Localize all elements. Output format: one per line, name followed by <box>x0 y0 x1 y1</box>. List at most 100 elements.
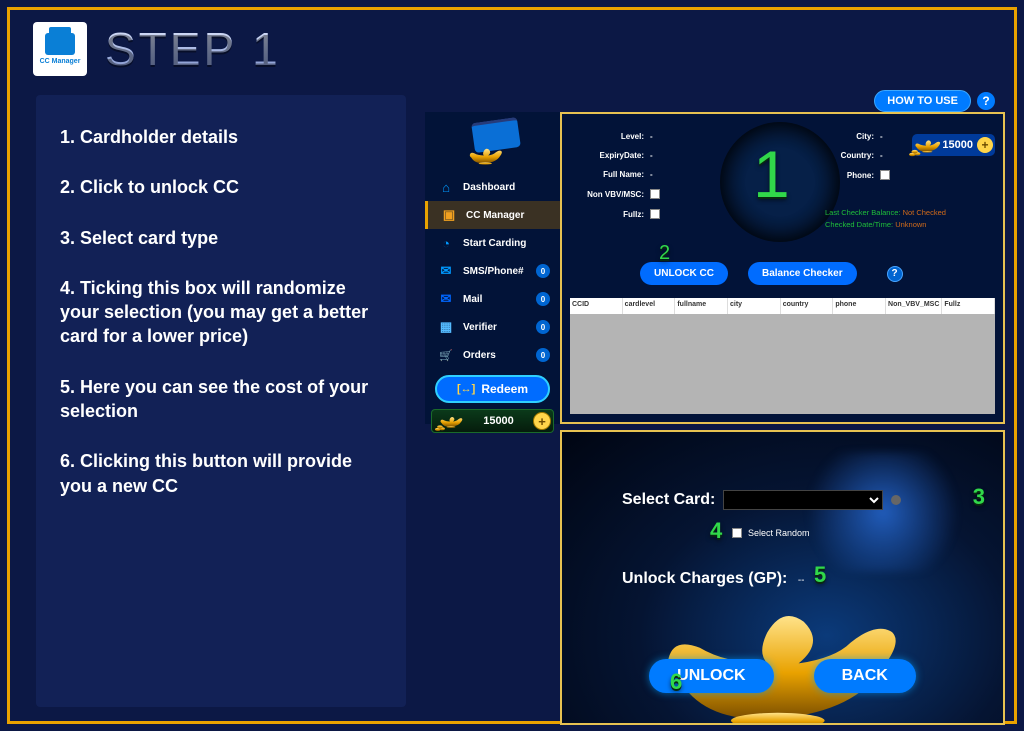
random-checkbox[interactable] <box>732 528 742 538</box>
checker-status: Last Checker Balance: Not Checked Checke… <box>825 207 946 231</box>
sidebar-item-label: Dashboard <box>463 182 515 193</box>
badge: 0 <box>536 320 550 334</box>
header: CC Manager STEP 1 <box>33 22 999 76</box>
cc-manager-pane: 15000 + Level:- ExpiryDate:- Full Name:-… <box>560 112 1005 424</box>
redeem-label: Redeem <box>481 382 528 396</box>
sidebar-item-ccmanager[interactable]: CC Manager <box>425 201 560 229</box>
table-header: CCID cardlevel fullname city country pho… <box>570 298 995 314</box>
col-fullname: fullname <box>675 298 728 314</box>
lamp-icon <box>467 143 505 165</box>
app-logo-icon <box>45 33 75 55</box>
badge: 0 <box>536 292 550 306</box>
coins-lamp-icon <box>908 128 942 162</box>
sidebar-balance-value: 15000 <box>464 415 533 427</box>
status-value: Not Checked <box>903 208 946 217</box>
instruction-2: 2. Click to unlock CC <box>60 175 382 199</box>
top-balance-value: 15000 <box>942 139 973 151</box>
redeem-icon: [↔] <box>457 383 475 395</box>
sidebar-balance: 15000 + <box>431 409 554 433</box>
field-label: Non VBV/MSC: <box>582 190 644 199</box>
unlock-button[interactable]: UNLOCK <box>649 659 773 693</box>
sidebar-logo <box>463 120 523 165</box>
how-to-use: HOW TO USE ? <box>874 90 995 112</box>
redeem-button[interactable]: [↔] Redeem <box>435 375 550 403</box>
signal-icon <box>437 234 455 252</box>
field-label: Country: <box>830 151 874 160</box>
add-balance-button[interactable]: + <box>977 137 993 153</box>
mail-icon <box>437 290 455 308</box>
col-country: country <box>781 298 834 314</box>
dial-icon <box>720 122 840 242</box>
sidebar-item-sms[interactable]: SMS/Phone# 0 <box>425 257 560 285</box>
action-row: UNLOCK CC Balance Checker ? <box>640 262 903 285</box>
sidebar-item-startcarding[interactable]: Start Carding <box>425 229 560 257</box>
top-balance: 15000 + <box>912 134 995 156</box>
unlock-dialog: Select Card: Select Random Unlock Charge… <box>562 432 1003 723</box>
col-ccid: CCID <box>570 298 623 314</box>
back-button[interactable]: BACK <box>814 659 916 693</box>
random-label: Select Random <box>748 528 810 538</box>
instruction-6: 6. Clicking this button will provide you… <box>60 449 382 498</box>
cc-manager-screenshot: Dashboard CC Manager Start Carding SMS/P… <box>425 112 1005 424</box>
add-balance-button[interactable]: + <box>533 412 551 430</box>
field-label: Full Name: <box>582 170 644 179</box>
cardholder-details-left: Level:- ExpiryDate:- Full Name:- Non VBV… <box>582 132 660 229</box>
col-cardlevel: cardlevel <box>623 298 676 314</box>
home-icon <box>437 178 455 196</box>
box-icon <box>440 206 458 224</box>
badge: 0 <box>536 348 550 362</box>
col-phone: phone <box>833 298 886 314</box>
sidebar-item-label: CC Manager <box>466 210 524 221</box>
dot-icon <box>891 495 901 505</box>
marker-5: 5 <box>814 562 826 588</box>
cart-icon <box>437 346 455 364</box>
nonvbv-checkbox[interactable] <box>650 189 660 199</box>
badge: 0 <box>536 264 550 278</box>
cc-table: CCID cardlevel fullname city country pho… <box>570 298 995 414</box>
status-label: Checked Date/Time: <box>825 220 893 229</box>
verifier-icon <box>437 318 455 336</box>
instruction-panel: 1. Cardholder details 2. Click to unlock… <box>36 95 406 707</box>
field-label: Level: <box>582 132 644 141</box>
phone-checkbox[interactable] <box>880 170 890 180</box>
field-label: Fullz: <box>582 210 644 219</box>
cardholder-details-right: City:- Country:- Phone: <box>830 132 890 190</box>
random-row: Select Random <box>732 528 810 538</box>
app-logo: CC Manager <box>33 22 87 76</box>
page-title: STEP 1 <box>105 22 281 76</box>
status-value: Unknown <box>895 220 926 229</box>
charges-row: Unlock Charges (GP): -- <box>622 570 804 588</box>
help-icon[interactable]: ? <box>977 92 995 110</box>
how-to-use-button[interactable]: HOW TO USE <box>874 90 971 112</box>
sidebar-item-dashboard[interactable]: Dashboard <box>425 173 560 201</box>
sidebar-item-orders[interactable]: Orders 0 <box>425 341 560 369</box>
charges-value: -- <box>798 575 805 586</box>
col-fullz: Fullz <box>942 298 995 314</box>
sms-icon <box>437 262 455 280</box>
select-card-row: Select Card: <box>622 490 973 510</box>
sidebar-item-label: Orders <box>463 350 496 361</box>
sidebar-item-label: SMS/Phone# <box>463 266 524 277</box>
marker-4: 4 <box>710 518 722 544</box>
sidebar-item-label: Mail <box>463 294 482 305</box>
card-type-select[interactable] <box>723 490 883 510</box>
help-icon[interactable]: ? <box>887 266 903 282</box>
sidebar-item-verifier[interactable]: Verifier 0 <box>425 313 560 341</box>
charges-label: Unlock Charges (GP): <box>622 570 787 587</box>
sidebar-item-label: Verifier <box>463 322 497 333</box>
balance-checker-button[interactable]: Balance Checker <box>748 262 857 285</box>
field-label: ExpiryDate: <box>582 151 644 160</box>
app-logo-label: CC Manager <box>40 58 81 65</box>
coins-lamp-icon <box>434 406 464 436</box>
instruction-4: 4. Ticking this box will randomize your … <box>60 276 382 349</box>
fullz-checkbox[interactable] <box>650 209 660 219</box>
sidebar-item-mail[interactable]: Mail 0 <box>425 285 560 313</box>
col-nonvbv: Non_VBV_MSC <box>886 298 942 314</box>
sidebar-item-label: Start Carding <box>463 238 526 249</box>
unlock-cc-button[interactable]: UNLOCK CC <box>640 262 728 285</box>
field-label: City: <box>830 132 874 141</box>
col-city: city <box>728 298 781 314</box>
app-frame: CC Manager STEP 1 1. Cardholder details … <box>7 7 1017 724</box>
instruction-5: 5. Here you can see the cost of your sel… <box>60 375 382 424</box>
field-label: Phone: <box>830 171 874 180</box>
